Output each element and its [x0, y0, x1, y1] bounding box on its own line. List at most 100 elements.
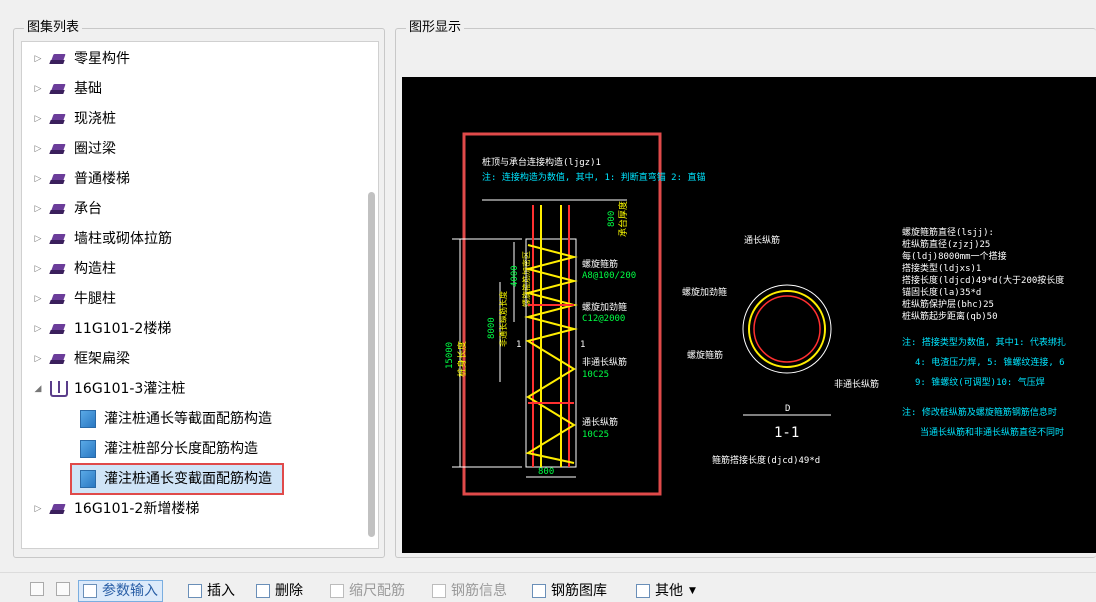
title-line: 桩顶与承台连接构造(ljgz)1 — [482, 156, 601, 168]
drawing-doc-icon — [80, 410, 96, 428]
sec-fei-label: 非通长纵筋 — [834, 378, 879, 390]
delete-button[interactable]: 删除 — [256, 581, 303, 601]
graphic-display-panel: 图形显示 桩顶与承台连接构造(ljgz)1 注: 连接构造为数值, 其中, 1:… — [395, 19, 1096, 558]
param-input-button[interactable]: 参数输入 — [78, 580, 163, 602]
section-mark-right: 1 — [580, 340, 585, 350]
param-6: 桩纵筋保护层(bhc)25 — [902, 298, 994, 310]
tree-scrollbar[interactable] — [368, 192, 375, 537]
luoxuan-label: 螺旋箍筋 — [582, 258, 618, 270]
tree-item-16g101-3[interactable]: ◢ 16G101-3灌注桩 — [32, 375, 185, 403]
note2-2: 9: 锥螺纹(可调型)10: 气压焊 — [915, 376, 1045, 388]
book-icon — [50, 353, 68, 366]
tree-item-jichu[interactable]: ▷ 基础 — [32, 75, 102, 103]
note3-0: 注: 修改桩纵筋及螺旋箍筋钢筋信息时 — [902, 406, 1057, 418]
expand-arrow-icon[interactable]: ▷ — [32, 255, 44, 283]
graphic-display-title: 图形显示 — [406, 19, 465, 37]
expand-arrow-icon[interactable]: ▷ — [32, 315, 44, 343]
expand-arrow-icon[interactable]: ▷ — [32, 135, 44, 163]
drawing-canvas[interactable]: 桩顶与承台连接构造(ljgz)1 注: 连接构造为数值, 其中, 1: 判断直弯… — [402, 77, 1096, 553]
param-2: 每(ldj)8000mm一个搭接 — [902, 250, 1007, 262]
expand-arrow-icon[interactable]: ▷ — [32, 165, 44, 193]
book-icon — [50, 263, 68, 276]
insert-icon — [188, 584, 202, 598]
book-icon — [50, 323, 68, 336]
tree-item-xianjiaozhuang[interactable]: ▷ 现浇桩 — [32, 105, 116, 133]
section-mark-left: 1 — [516, 340, 521, 350]
expand-arrow-icon[interactable]: ▷ — [32, 195, 44, 223]
drawing-doc-icon — [80, 440, 96, 458]
tree-item-gouzaozhu[interactable]: ▷ 构造柱 — [32, 255, 116, 283]
vert-text-b: 非通长纵筋长度 — [498, 291, 508, 347]
tree-item-16g101-2-xinzeng[interactable]: ▷ 16G101-2新增楼梯 — [32, 495, 200, 523]
tree-item-chengtai[interactable]: ▷ 承台 — [32, 195, 102, 223]
dim-800-top: 800 — [607, 211, 617, 227]
sec-jiajin-label: 螺旋加劲箍 — [682, 286, 727, 298]
tong-value: 10C25 — [582, 430, 609, 440]
collapse-arrow-icon[interactable]: ◢ — [32, 375, 44, 403]
delete-icon — [256, 584, 270, 598]
book-icon — [50, 203, 68, 216]
move-down-button[interactable] — [56, 582, 70, 596]
book-icon — [50, 113, 68, 126]
book-icon — [50, 233, 68, 246]
rebar-drawing: 桩顶与承台连接构造(ljgz)1 注: 连接构造为数值, 其中, 1: 判断直弯… — [445, 132, 1066, 496]
tree-child-dengjiemian[interactable]: 灌注桩通长等截面配筋构造 — [80, 405, 272, 433]
jiajin-value: C12@2000 — [582, 314, 625, 324]
param-4: 搭接长度(ldjcd)49*d(大于200按长度 — [902, 274, 1064, 286]
tong-label: 通长纵筋 — [582, 416, 618, 428]
tree-item-qiangzhu-lajin[interactable]: ▷ 墙柱或砌体拉筋 — [32, 225, 172, 253]
tree-item-kuangjia-bianliang[interactable]: ▷ 框架扁梁 — [32, 345, 130, 373]
tree-item-quanguoliang[interactable]: ▷ 圈过梁 — [32, 135, 116, 163]
book-icon — [50, 503, 68, 516]
sec-d-label: D — [785, 404, 790, 414]
tree-item-11g101-2[interactable]: ▷ 11G101-2楼梯 — [32, 315, 172, 343]
other-icon — [636, 584, 650, 598]
param-3: 搭接类型(ldjxs)1 — [902, 262, 981, 274]
fei-value: 10C25 — [582, 370, 609, 380]
scale-rebar-button[interactable]: 缩尺配筋 — [330, 581, 405, 601]
param-0: 螺旋箍筋直径(lsjj): — [902, 226, 994, 238]
bottom-toolbar: 参数输入 插入 删除 缩尺配筋 钢筋信息 钢筋图库 其他 ▼ — [0, 572, 1096, 602]
rebar-info-icon — [432, 584, 446, 598]
tree-child-bianjiemian-selected[interactable]: 灌注桩通长变截面配筋构造 — [70, 463, 284, 495]
tree-item-lingxing[interactable]: ▷ 零星构件 — [32, 45, 130, 73]
expand-arrow-icon[interactable]: ▷ — [32, 495, 44, 523]
expand-arrow-icon[interactable]: ▷ — [32, 285, 44, 313]
book-icon — [50, 173, 68, 186]
param-5: 锚固长度(la)35*d — [902, 286, 981, 298]
note3-1: 当通长纵筋和非通长纵筋直径不同时 — [920, 426, 1064, 438]
book-icon — [50, 143, 68, 156]
expand-arrow-icon[interactable]: ▷ — [32, 225, 44, 253]
atlas-list-title: 图集列表 — [24, 19, 83, 37]
param-7: 桩纵筋起步距离(qb)50 — [902, 310, 998, 322]
book-icon — [50, 83, 68, 96]
atlas-list-panel: 图集列表 ▷ 零星构件 ▷ 基础 ▷ 现浇桩 ▷ 圈过梁 ▷ 普通楼梯 ▷ 承台 ▷ 墙柱或砌… — [13, 19, 385, 558]
note-line: 注: 连接构造为数值, 其中, 1: 判断直弯锚 2: 直锚 — [482, 171, 705, 183]
note2-0: 注: 搭接类型为数值, 其中1: 代表绑扎 — [902, 336, 1066, 348]
expand-arrow-icon[interactable]: ▷ — [32, 105, 44, 133]
tree-item-niutuizhu[interactable]: ▷ 牛腿柱 — [32, 285, 116, 313]
scale-rebar-icon — [330, 584, 344, 598]
atlas-tree[interactable]: ▷ 零星构件 ▷ 基础 ▷ 现浇桩 ▷ 圈过梁 ▷ 普通楼梯 ▷ 承台 ▷ 墙柱或砌体拉筋 ▷… — [21, 41, 379, 549]
book-icon — [50, 293, 68, 306]
other-dropdown-button[interactable]: 其他 ▼ — [636, 581, 696, 601]
rebar-library-icon — [532, 584, 546, 598]
tree-child-bufen-changdu[interactable]: 灌注桩部分长度配筋构造 — [80, 435, 258, 463]
jiajin-label: 螺旋加劲箍 — [582, 301, 627, 313]
expand-arrow-icon[interactable]: ▷ — [32, 45, 44, 73]
tree-item-putong-louti[interactable]: ▷ 普通楼梯 — [32, 165, 130, 193]
book-icon — [50, 53, 68, 66]
sec-luoxuan-label: 螺旋箍筋 — [687, 349, 723, 361]
dim-4000: 4000 — [510, 265, 520, 287]
fei-label: 非通长纵筋 — [582, 356, 627, 368]
move-up-button[interactable] — [30, 582, 44, 596]
zhuang-length: 桩身长度 — [456, 341, 468, 377]
expand-arrow-icon[interactable]: ▷ — [32, 345, 44, 373]
dim-800-bottom: 800 — [538, 467, 554, 477]
djcd-label: 箍筋搭接长度(djcd)49*d — [712, 454, 820, 466]
insert-button[interactable]: 插入 — [188, 581, 235, 601]
expand-arrow-icon[interactable]: ▷ — [32, 75, 44, 103]
note2-1: 4: 电渣压力焊, 5: 锥螺纹连接, 6 — [915, 356, 1065, 368]
rebar-info-button[interactable]: 钢筋信息 — [432, 581, 507, 601]
rebar-library-button[interactable]: 钢筋图库 — [532, 581, 607, 601]
